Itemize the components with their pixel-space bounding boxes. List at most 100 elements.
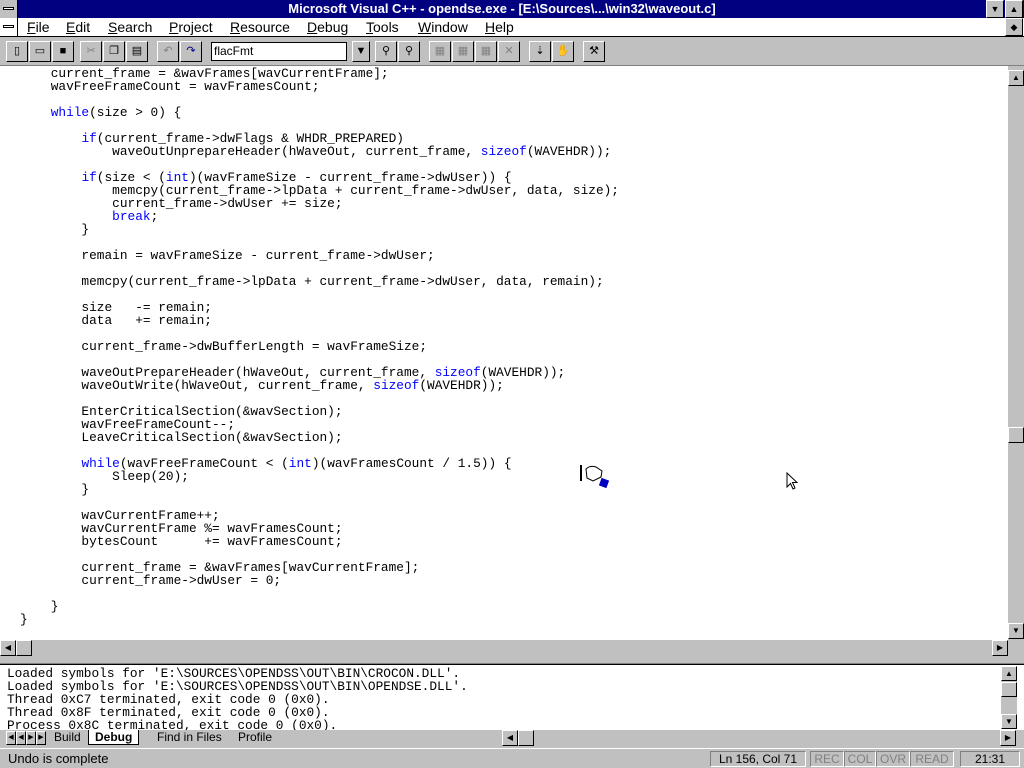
tab-prev-button[interactable]: ◀ — [16, 731, 26, 745]
tab-build[interactable]: Build — [54, 730, 81, 745]
code-line[interactable]: waveOutWrite(hWaveOut, current_frame, si… — [20, 378, 503, 393]
status-line-col: Ln 156, Col 71 — [710, 751, 806, 767]
minimize-button[interactable]: ▼ — [986, 0, 1004, 18]
code-line[interactable]: } — [20, 222, 89, 237]
editor-vertical-scrollbar[interactable]: ▲ ▼ — [1008, 70, 1024, 639]
system-menu-box[interactable] — [0, 0, 18, 18]
compile-icon: ▦ — [434, 45, 446, 57]
folder-icon: ▭ — [34, 45, 46, 57]
tab-debug[interactable]: Debug — [88, 730, 140, 745]
code-line[interactable]: remain = wavFrameSize - current_frame->d… — [20, 248, 434, 263]
output-scroll-up-button[interactable]: ▲ — [1001, 666, 1017, 681]
code-editor[interactable]: current_frame = &wavFrames[wavCurrentFra… — [0, 66, 1008, 640]
status-ovr: OVR — [876, 751, 910, 767]
output-scroll-down-button[interactable]: ▼ — [1001, 714, 1017, 729]
new-file-button[interactable]: ▯ — [6, 41, 28, 62]
copy-icon: ❐ — [109, 45, 119, 57]
find-in-files-button[interactable]: ⚲ — [398, 41, 420, 62]
toolbar: ▯ ▭ ■ ✂ ❐ ▤ ↶ ↷ flacFmt ▼ ⚲ ⚲ ▦ ▦ ▦ ✕ ⇣ … — [0, 37, 1024, 66]
output-vertical-scrollbar[interactable]: ▲ ▼ — [1001, 666, 1017, 729]
output-scroll-thumb[interactable] — [1001, 682, 1017, 697]
find-combo-input[interactable]: flacFmt — [211, 42, 347, 61]
menu-tools[interactable]: Tools — [366, 19, 399, 36]
code-line[interactable]: while(size > 0) { — [20, 105, 182, 120]
step-into-button[interactable]: ⇣ — [529, 41, 551, 62]
status-read: READ — [910, 751, 954, 767]
status-clock: 21:31 — [960, 751, 1020, 767]
tabs-hscroll[interactable]: ◀ ▶ — [500, 730, 1020, 746]
build-button[interactable]: ▦ — [452, 41, 474, 62]
rebuild-icon: ▦ — [480, 45, 492, 57]
output-scroll-left-button[interactable]: ◀ — [502, 730, 518, 746]
right-arrow-icon: ▶ — [28, 734, 34, 741]
last-arrow-icon: ▶ — [38, 734, 44, 741]
undo-button[interactable]: ↶ — [157, 41, 179, 62]
menu-window[interactable]: Window — [418, 19, 468, 36]
drag-hand-cursor-icon — [580, 465, 610, 489]
output-scroll-right-button[interactable]: ▶ — [1000, 730, 1016, 746]
document-system-menu[interactable] — [0, 18, 18, 36]
floppy-icon: ■ — [59, 45, 67, 57]
editor-horizontal-scrollbar[interactable]: ◀ ▶ — [0, 640, 1008, 656]
find-button[interactable]: ⚲ — [375, 41, 397, 62]
code-line[interactable]: data += remain; — [20, 313, 212, 328]
open-file-button[interactable]: ▭ — [29, 41, 51, 62]
code-line[interactable]: wavFreeFrameCount = wavFramesCount; — [20, 79, 320, 94]
menu-resource[interactable]: Resource — [230, 19, 290, 36]
scroll-down-button[interactable]: ▼ — [1008, 623, 1024, 639]
menu-project[interactable]: Project — [169, 19, 213, 36]
stop-build-button[interactable]: ✕ — [498, 41, 520, 62]
scroll-up-button[interactable]: ▲ — [1008, 70, 1024, 86]
tab-profile[interactable]: Profile — [238, 730, 272, 745]
window-title: Microsoft Visual C++ - opendse.exe - [E:… — [288, 1, 716, 16]
source-code[interactable]: current_frame = &wavFrames[wavCurrentFra… — [20, 67, 619, 626]
code-line[interactable]: current_frame->dwUser = 0; — [20, 573, 281, 588]
code-line[interactable]: memcpy(current_frame->lpData + current_f… — [20, 274, 603, 289]
menu-file[interactable]: File — [27, 19, 50, 36]
code-line[interactable]: waveOutUnprepareHeader(hWaveOut, current… — [20, 144, 611, 159]
properties-button[interactable]: ⚒ — [583, 41, 605, 62]
mouse-pointer-icon — [786, 472, 799, 490]
menu-bar: File Edit Search Project Resource Debug … — [0, 18, 1024, 37]
tab-next-button[interactable]: ▶ — [26, 731, 36, 745]
up-arrow-icon: ▲ — [1005, 669, 1013, 678]
menu-help[interactable]: Help — [485, 19, 514, 36]
clipboard-icon: ▤ — [131, 45, 143, 57]
menu-edit[interactable]: Edit — [66, 19, 90, 36]
code-line[interactable]: LeaveCriticalSection(&wavSection); — [20, 430, 342, 445]
code-line[interactable]: } — [20, 482, 89, 497]
tab-first-button[interactable]: ◀ — [6, 731, 16, 745]
output-hscroll-thumb[interactable] — [518, 730, 534, 746]
up-arrow-icon: ▲ — [1012, 73, 1020, 82]
splitter-bar[interactable] — [0, 656, 1024, 664]
hand-icon: ✋ — [556, 45, 570, 57]
cut-button[interactable]: ✂ — [80, 41, 102, 62]
output-tabs: ◀ ◀ ▶ ▶ Build Debug Find in Files Profil… — [0, 730, 1024, 746]
code-line[interactable]: bytesCount += wavFramesCount; — [20, 534, 342, 549]
paste-button[interactable]: ▤ — [126, 41, 148, 62]
left-arrow-icon: ◀ — [18, 734, 24, 741]
code-line[interactable]: current_frame->dwBufferLength = wavFrame… — [20, 339, 427, 354]
maximize-button[interactable]: ▲ — [1005, 0, 1023, 18]
find-combo-dropdown[interactable]: ▼ — [352, 41, 370, 62]
output-pane[interactable]: Loaded symbols for 'E:\SOURCES\OPENDSS\O… — [0, 664, 1024, 730]
compile-button[interactable]: ▦ — [429, 41, 451, 62]
save-button[interactable]: ■ — [52, 41, 74, 62]
scroll-right-button[interactable]: ▶ — [992, 640, 1008, 656]
restore-button[interactable]: ◆ — [1005, 18, 1023, 36]
tab-find-in-files[interactable]: Find in Files — [157, 730, 222, 745]
tab-last-button[interactable]: ▶ — [36, 731, 46, 745]
go-button[interactable]: ✋ — [552, 41, 574, 62]
rebuild-all-button[interactable]: ▦ — [475, 41, 497, 62]
scroll-left-button[interactable]: ◀ — [0, 640, 16, 656]
redo-button[interactable]: ↷ — [180, 41, 202, 62]
left-arrow-icon: ◀ — [506, 733, 514, 742]
copy-button[interactable]: ❐ — [103, 41, 125, 62]
status-bar: Undo is complete Ln 156, Col 71 REC COL … — [0, 748, 1024, 768]
scroll-thumb[interactable] — [1008, 427, 1024, 443]
down-arrow-icon: ▼ — [990, 4, 1000, 14]
hscroll-thumb[interactable] — [16, 640, 32, 656]
code-line[interactable]: } — [20, 612, 28, 627]
menu-debug[interactable]: Debug — [307, 19, 348, 36]
menu-search[interactable]: Search — [108, 19, 152, 36]
